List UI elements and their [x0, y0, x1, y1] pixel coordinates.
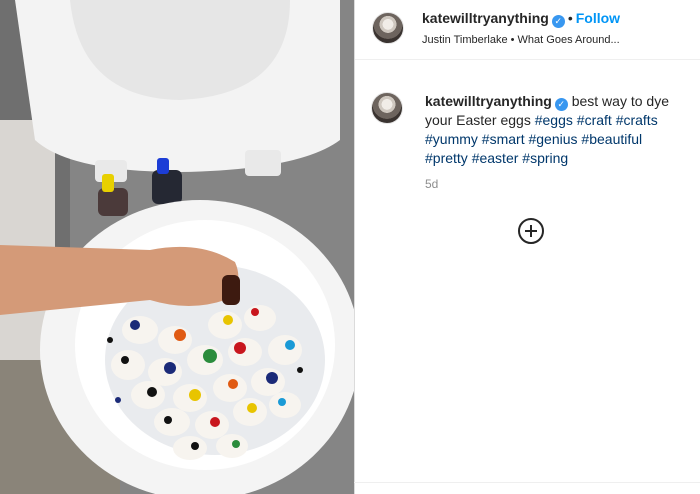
hashtag-link[interactable]: #smart — [482, 131, 525, 147]
author-username[interactable]: katewilltryanything — [422, 10, 549, 26]
hashtag-link[interactable]: #spring — [522, 150, 568, 166]
hashtag-link[interactable]: #genius — [528, 131, 577, 147]
hashtag-link[interactable]: #yummy — [425, 131, 478, 147]
header-separator: • — [567, 10, 573, 26]
hashtag-link[interactable]: #eggs — [535, 112, 573, 128]
post-media[interactable] — [0, 0, 354, 494]
follow-button[interactable]: Follow — [576, 10, 620, 26]
post-header: katewilltryanything ✓ • Follow Justin Timbe… — [355, 0, 700, 60]
hashtag-link[interactable]: #beautiful — [581, 131, 642, 147]
hashtag-link[interactable]: #craft — [577, 112, 612, 128]
hashtag-link[interactable]: #crafts — [616, 112, 658, 128]
audio-track-link[interactable]: Justin Timberlake • What Goes Around... — [422, 34, 620, 46]
plus-circle-icon[interactable] — [518, 218, 544, 244]
caption-author-avatar[interactable] — [371, 92, 403, 124]
post-caption: katewilltryanything ✓ best way to dye you… — [425, 92, 687, 168]
toilet-eggs-video-frame — [0, 0, 354, 494]
post-sidebar: katewilltryanything ✓ • Follow Justin Timbe… — [354, 0, 700, 494]
hashtag-link[interactable]: #pretty — [425, 150, 468, 166]
post-timestamp[interactable]: 5d — [425, 177, 438, 191]
verified-badge-icon: ✓ — [554, 98, 568, 111]
header-title-row: katewilltryanything ✓ • Follow — [422, 10, 620, 28]
author-avatar[interactable] — [372, 12, 404, 44]
hashtag-link[interactable]: #easter — [472, 150, 519, 166]
verified-badge-icon: ✓ — [551, 15, 565, 28]
caption-username[interactable]: katewilltryanything — [425, 93, 552, 109]
divider — [354, 482, 700, 483]
